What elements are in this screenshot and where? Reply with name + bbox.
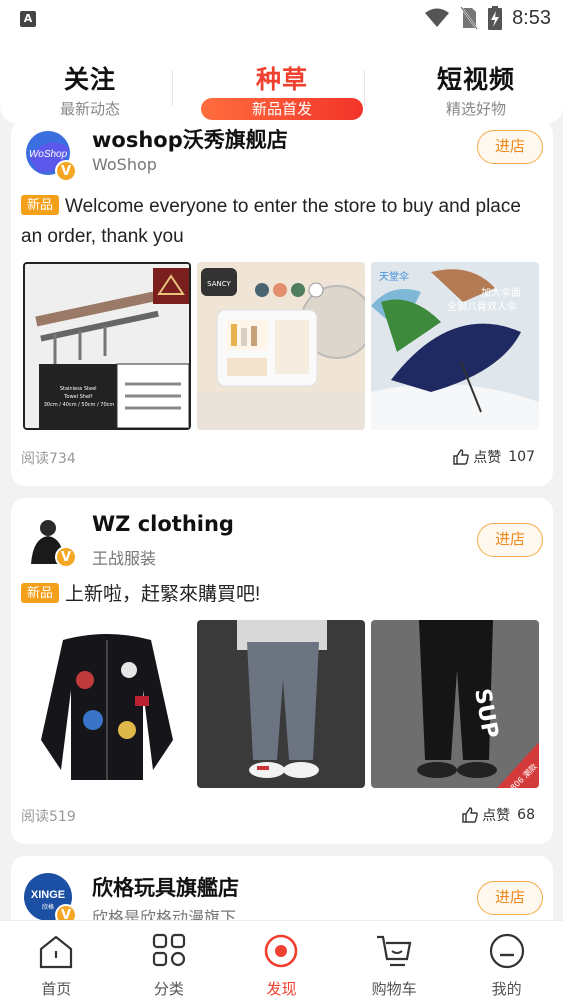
feed-card[interactable]: V WZ clothing 王战服装 进店 新品 上新啦，赶緊來購買吧! SUP… xyxy=(11,498,553,844)
avatar-logo-text: WoShop xyxy=(29,149,68,160)
tab-subtitle: 新品首发 xyxy=(201,98,363,120)
home-icon xyxy=(40,935,73,969)
post-image-joggers[interactable]: SUP 1806 潮款 xyxy=(371,620,539,788)
nav-label: 购物车 xyxy=(371,980,417,998)
like-label: 点赞 xyxy=(482,808,511,824)
top-tab-bar: 关注 最新动态 种草 新品首发 短视频 精选好物 xyxy=(0,40,563,124)
umbrella-brand-text: 天堂伞 xyxy=(379,270,409,283)
tab-follow[interactable]: 关注 最新动态 xyxy=(5,60,175,119)
nav-discover[interactable]: 发现 xyxy=(225,921,338,1002)
post-image-bomber-jacket[interactable] xyxy=(23,620,191,788)
status-icons: 8:53 xyxy=(424,6,551,30)
feed-list: WoShop V woshop沃秀旗舰店 WoShop 进店 新品 Welcome… xyxy=(11,120,553,958)
shop-name[interactable]: WZ clothing xyxy=(92,512,234,536)
verified-badge-icon: V xyxy=(55,546,77,568)
nav-profile[interactable]: 我的 xyxy=(450,921,563,1002)
thumbs-up-icon xyxy=(453,449,470,465)
shop-subtitle: WoShop xyxy=(92,155,157,174)
post-body: 上新啦，赶緊來購買吧! xyxy=(65,584,261,605)
post-images: Stainless Steel Towel Shelf 30cm / 40cm … xyxy=(11,262,553,430)
shop-avatar[interactable]: XINGE 欣格 V xyxy=(23,872,77,926)
tab-subtitle: 最新动态 xyxy=(59,100,120,118)
post-image-jeans[interactable] xyxy=(197,620,365,788)
category-icon xyxy=(152,933,185,967)
shop-avatar[interactable]: V xyxy=(23,514,77,568)
nav-label: 分类 xyxy=(153,980,184,998)
nav-label: 首页 xyxy=(41,980,72,998)
post-images: SUP 1806 潮款 xyxy=(11,620,553,788)
nav-cart[interactable]: 购物车 xyxy=(338,921,451,1002)
card-footer: 阅读734 点赞 107 xyxy=(11,430,553,486)
tab-divider xyxy=(364,70,365,106)
tab-short-video[interactable]: 短视频 精选好物 xyxy=(391,60,561,119)
nav-category[interactable]: 分类 xyxy=(113,921,226,1002)
status-bar: A 8:53 xyxy=(0,0,563,40)
tab-subtitle: 精选好物 xyxy=(445,100,506,118)
tab-title: 短视频 xyxy=(436,65,515,94)
umbrella-slogan-text: 加大伞面 xyxy=(481,286,521,299)
like-label: 点赞 xyxy=(473,450,502,466)
read-count: 阅读519 xyxy=(21,809,76,825)
no-sim-icon xyxy=(460,6,478,30)
enter-shop-button[interactable]: 进店 xyxy=(477,523,543,557)
post-text[interactable]: 新品 上新啦，赶緊來購買吧! xyxy=(11,580,553,610)
battery-charging-icon xyxy=(488,6,503,30)
like-count: 68 xyxy=(517,807,535,823)
post-text[interactable]: 新品 Welcome everyone to enter the store to… xyxy=(11,192,553,252)
post-image-towel-rack[interactable]: Stainless Steel Towel Shelf 30cm / 40cm … xyxy=(23,262,191,430)
umbrella-slogan-text: 全钢八骨双人伞 xyxy=(447,300,517,313)
shop-subtitle: 王战服装 xyxy=(92,549,157,568)
wifi-icon xyxy=(425,8,450,27)
profile-icon xyxy=(489,933,524,969)
shop-avatar[interactable]: WoShop V xyxy=(23,128,77,182)
new-tag: 新品 xyxy=(21,583,60,603)
like-button[interactable]: 点赞 107 xyxy=(452,447,535,467)
shop-name[interactable]: 欣格玩具旗艦店 xyxy=(92,872,239,902)
cabinet-brand-text: SANCY xyxy=(207,280,231,288)
card-footer: 阅读519 点赞 68 xyxy=(11,788,553,844)
discover-icon xyxy=(265,934,298,968)
avatar-logo-text: XINGE xyxy=(31,889,65,901)
enter-shop-button[interactable]: 进店 xyxy=(477,881,543,915)
tab-title: 关注 xyxy=(63,65,116,94)
clock: 8:53 xyxy=(512,6,551,29)
thumbs-up-icon xyxy=(462,807,478,823)
nav-label: 发现 xyxy=(266,980,297,998)
bottom-nav: 首页 分类 发现 购物车 我的 xyxy=(0,920,563,1002)
like-count: 107 xyxy=(508,449,535,465)
avatar-logo-subtext: 欣格 xyxy=(42,903,54,911)
post-body: Welcome everyone to enter the store to b… xyxy=(21,196,521,247)
feed-card[interactable]: WoShop V woshop沃秀旗舰店 WoShop 进店 新品 Welcome… xyxy=(11,120,553,486)
nav-label: 我的 xyxy=(491,980,522,998)
nav-home[interactable]: 首页 xyxy=(0,921,113,1002)
cart-icon xyxy=(377,935,412,967)
verified-badge-icon: V xyxy=(55,160,77,182)
tab-grass[interactable]: 种草 新品首发 xyxy=(197,60,367,120)
tab-divider xyxy=(172,70,173,106)
card-header: WoShop V woshop沃秀旗舰店 WoShop 进店 xyxy=(11,120,553,192)
tab-title: 种草 xyxy=(255,65,308,94)
post-image-umbrella[interactable]: 天堂伞 加大伞面 全钢八骨双人伞 xyxy=(371,262,539,430)
like-button[interactable]: 点赞 68 xyxy=(461,805,535,825)
shop-name[interactable]: woshop沃秀旗舰店 xyxy=(92,124,288,154)
new-tag: 新品 xyxy=(21,195,60,215)
enter-shop-button[interactable]: 进店 xyxy=(477,130,543,164)
post-image-bathroom-cabinet[interactable]: SANCY xyxy=(197,262,365,430)
card-header: V WZ clothing 王战服装 进店 xyxy=(11,498,553,580)
read-count: 阅读734 xyxy=(21,451,76,467)
notification-app-icon: A xyxy=(20,11,36,27)
